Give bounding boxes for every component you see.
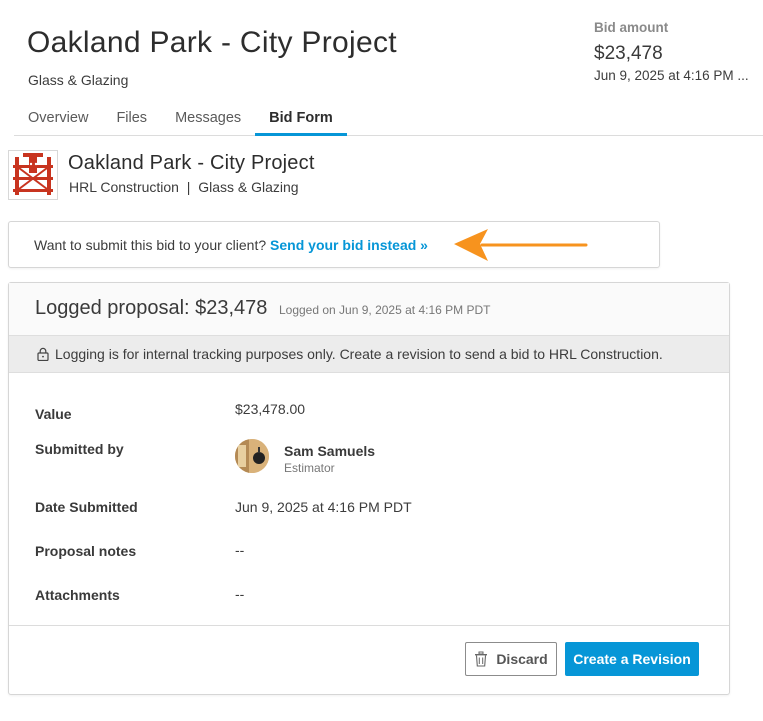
send-bid-link[interactable]: Send your bid instead » bbox=[270, 237, 428, 253]
proposal-title-text: Logged proposal: $23,478 bbox=[35, 297, 268, 319]
tab-bid-form[interactable]: Bid Form bbox=[255, 106, 347, 136]
attachments-value: -- bbox=[235, 586, 245, 602]
notice-message: Want to submit this bid to your client? … bbox=[34, 237, 428, 253]
notice-text: Want to submit this bid to your client? bbox=[34, 237, 267, 253]
tab-files[interactable]: Files bbox=[102, 106, 161, 136]
separator: | bbox=[186, 179, 191, 195]
tab-overview[interactable]: Overview bbox=[14, 106, 102, 136]
company-project-name: Oakland Park - City Project bbox=[68, 152, 315, 174]
date-submitted-value: Jun 9, 2025 at 4:16 PM PDT bbox=[235, 499, 412, 515]
proposal-notes-label: Proposal notes bbox=[35, 543, 137, 559]
bid-amount-value: $23,478 bbox=[594, 43, 663, 64]
arrow-annotation bbox=[454, 229, 588, 261]
proposal-card: Logged proposal: $23,478 Logged on Jun 9… bbox=[8, 282, 730, 695]
lock-icon bbox=[37, 347, 49, 361]
page-header: Oakland Park - City Project Glass & Glaz… bbox=[0, 0, 763, 136]
create-revision-button[interactable]: Create a Revision bbox=[565, 642, 699, 676]
submitted-by-label: Submitted by bbox=[35, 441, 124, 457]
company-header: Oakland Park - City Project HRL Construc… bbox=[8, 150, 688, 202]
trade-subtitle: Glass & Glazing bbox=[28, 72, 129, 88]
company-logo bbox=[8, 150, 58, 200]
client-name: HRL Construction bbox=[69, 179, 179, 195]
bid-date: Jun 9, 2025 at 4:16 PM ... bbox=[594, 68, 749, 83]
tab-messages[interactable]: Messages bbox=[161, 106, 255, 136]
tab-bar: Overview Files Messages Bid Form bbox=[14, 106, 763, 136]
attachments-label: Attachments bbox=[35, 587, 120, 603]
avatar bbox=[235, 439, 269, 473]
info-banner: Logging is for internal tracking purpose… bbox=[9, 335, 729, 373]
submitter-name: Sam Samuels bbox=[284, 443, 376, 459]
discard-label: Discard bbox=[496, 651, 548, 667]
bid-summary: Bid amount $23,478 Jun 9, 2025 at 4:16 P… bbox=[594, 20, 763, 83]
info-message: Logging is for internal tracking purpose… bbox=[36, 346, 663, 362]
trade-name: Glass & Glazing bbox=[198, 179, 299, 195]
value-label: Value bbox=[35, 406, 72, 422]
logged-timestamp: Logged on Jun 9, 2025 at 4:16 PM PDT bbox=[278, 303, 491, 317]
proposal-actions: Discard Create a Revision bbox=[9, 625, 729, 694]
proposal-notes-value: -- bbox=[235, 542, 245, 558]
bid-amount-label: Bid amount bbox=[594, 20, 669, 35]
proposal-title: Logged proposal: $23,478 Logged on Jun 9… bbox=[35, 297, 490, 320]
date-submitted-label: Date Submitted bbox=[35, 499, 138, 515]
discard-button[interactable]: Discard bbox=[465, 642, 557, 676]
proposal-header: Logged proposal: $23,478 Logged on Jun 9… bbox=[9, 283, 729, 335]
page-title: Oakland Park - City Project bbox=[27, 26, 397, 59]
info-text: Logging is for internal tracking purpose… bbox=[55, 346, 663, 362]
company-details: HRL Construction | Glass & Glazing bbox=[69, 179, 299, 195]
trash-icon bbox=[475, 651, 488, 667]
value-amount: $23,478.00 bbox=[235, 401, 306, 417]
submitter-role: Estimator bbox=[284, 461, 335, 475]
